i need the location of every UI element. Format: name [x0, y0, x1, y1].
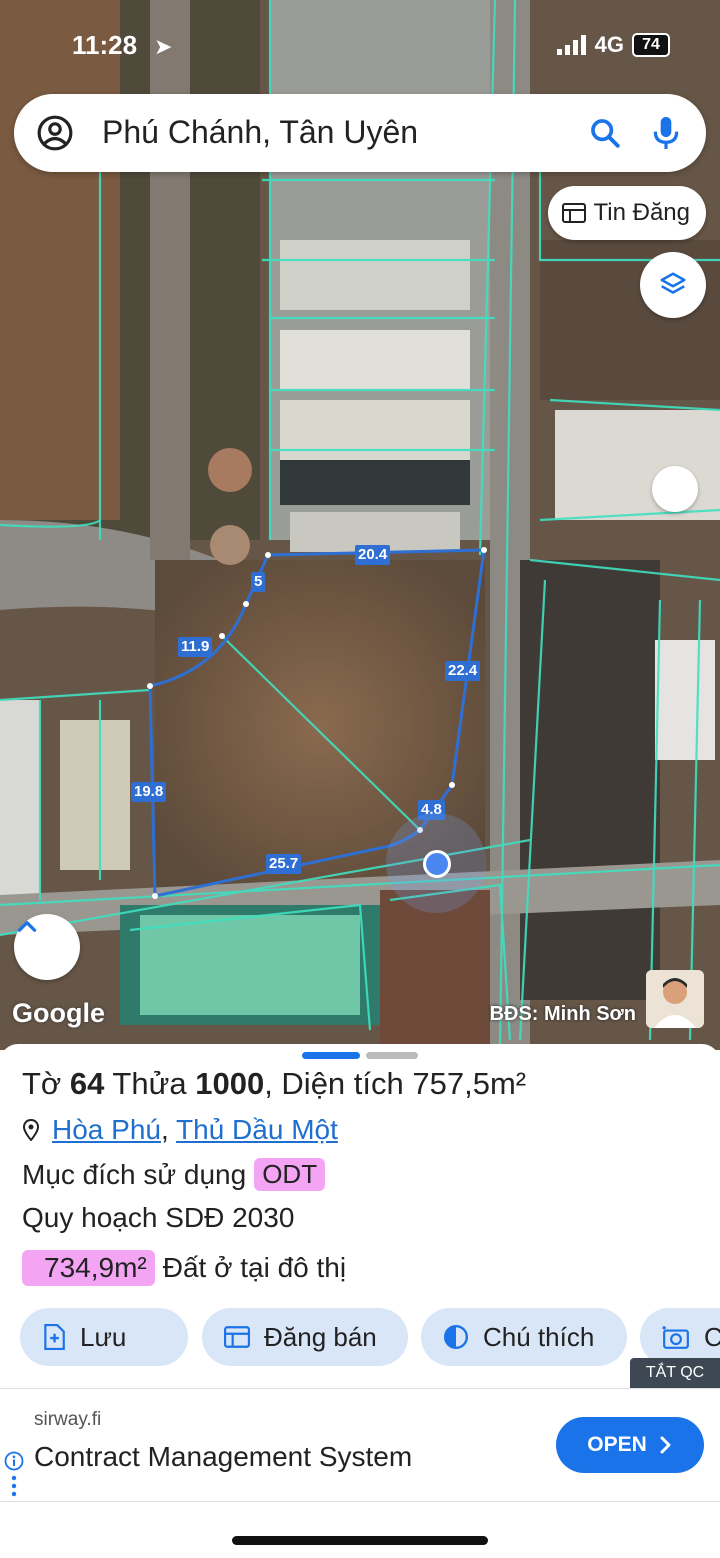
home-indicator[interactable]: [232, 1536, 488, 1545]
network-label: 4G: [594, 32, 624, 57]
action-chips: Lưu Đăng bán Chú thích C: [20, 1308, 720, 1366]
signal-icon: [556, 35, 586, 55]
parcel-edge-label: 19.8: [131, 782, 167, 802]
tin-dang-button[interactable]: Tin Đăng: [547, 186, 706, 240]
map-handle-button[interactable]: [652, 466, 698, 512]
chevron-right-icon: [660, 1436, 671, 1454]
legend-button[interactable]: Chú thích: [421, 1308, 627, 1366]
ad-open-button[interactable]: OPEN: [556, 1417, 704, 1473]
sheet-handle-active[interactable]: [302, 1052, 360, 1059]
save-button[interactable]: Lưu: [20, 1308, 188, 1366]
parcel-title: Tờ 64 Thửa 1000, Diện tích 757,5m²: [22, 1066, 527, 1101]
ad-title[interactable]: Contract Management System: [34, 1441, 412, 1473]
expand-up-button[interactable]: [14, 914, 80, 980]
listing-icon: [561, 203, 586, 223]
search-icon[interactable]: [588, 116, 622, 150]
ad-domain: sirway.fi: [34, 1409, 102, 1430]
map-credit: BĐS: Minh Sơn: [489, 1003, 636, 1025]
planning-title: Quy hoạch SDĐ 2030: [22, 1202, 295, 1233]
avatar: [646, 970, 704, 1028]
ad-menu-icon[interactable]: [9, 1475, 19, 1499]
status-time: 11:28: [72, 30, 138, 60]
legend-half-circle-icon: [443, 1324, 469, 1350]
parcel-edge-label: 25.7: [266, 854, 302, 874]
battery-icon: 74: [632, 33, 670, 57]
save-plus-icon: [44, 1324, 65, 1350]
ad-info-icon[interactable]: [4, 1451, 24, 1471]
calendar-icon: [224, 1326, 250, 1348]
close-ad-button[interactable]: TẮT QC: [630, 1358, 720, 1388]
district-link[interactable]: Thủ Dầu Một: [176, 1114, 338, 1145]
google-attribution: Google: [12, 998, 105, 1028]
planning-row: 734,9m² Đất ở tại đô thị: [22, 1250, 346, 1286]
location-arrow-icon: ➤: [154, 34, 173, 59]
parcel-location: Hòa Phú, Thủ Dầu Một: [22, 1114, 338, 1146]
post-for-sale-button[interactable]: Đăng bán: [202, 1308, 408, 1366]
sheet-handle[interactable]: [366, 1052, 418, 1059]
search-bar[interactable]: Phú Chánh, Tân Uyên: [14, 94, 706, 172]
ad-banner[interactable]: sirway.fi Contract Management System OPE…: [0, 1388, 720, 1502]
planning-area-badge: 734,9m²: [22, 1250, 155, 1286]
ward-link[interactable]: Hòa Phú: [52, 1114, 161, 1145]
land-use-purpose: Mục đích sử dụng ODT: [22, 1158, 326, 1191]
status-bar: 11:28 ➤ 4G 74: [0, 28, 720, 62]
parcel-edge-label: 5: [251, 572, 266, 592]
land-use-code-badge: ODT: [254, 1158, 326, 1191]
parcel-edge-label: 11.9: [178, 637, 213, 657]
planning-use: Đất ở tại đô thị: [162, 1252, 347, 1283]
layers-icon: [660, 272, 686, 294]
parcel-edge-label: 22.4: [445, 661, 481, 681]
parcel-edge-label: 20.4: [355, 545, 391, 565]
layers-button[interactable]: [640, 252, 706, 318]
search-input[interactable]: Phú Chánh, Tân Uyên: [102, 114, 418, 151]
current-location-marker: [386, 813, 486, 913]
location-pin-icon: [22, 1119, 40, 1141]
microphone-icon[interactable]: [650, 114, 682, 152]
tin-dang-label: Tin Đăng: [593, 199, 691, 226]
account-icon[interactable]: [36, 114, 74, 152]
camera-icon: [662, 1326, 689, 1349]
chevron-up-icon: [17, 921, 37, 932]
